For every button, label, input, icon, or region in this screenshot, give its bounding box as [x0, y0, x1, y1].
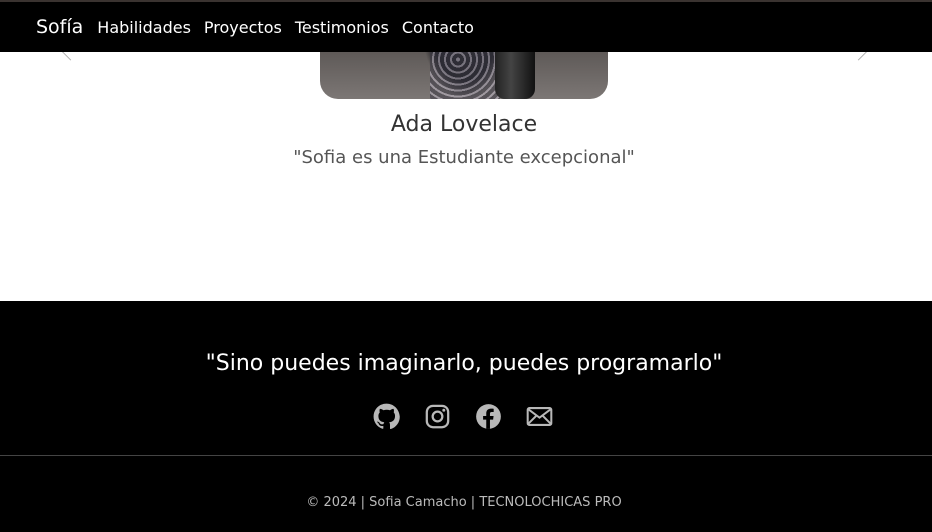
nav-link-contacto[interactable]: Contacto	[402, 18, 474, 37]
testimonial-quote: "Sofia es una Estudiante excepcional"	[293, 147, 635, 168]
footer: "Sino puedes imaginarlo, puedes programa…	[0, 301, 932, 532]
footer-motto: "Sino puedes imaginarlo, puedes programa…	[205, 351, 723, 376]
social-links	[373, 403, 553, 430]
nav-link-habilidades[interactable]: Habilidades	[97, 18, 191, 37]
facebook-icon[interactable]	[475, 403, 502, 430]
navbar: Sofía Habilidades Proyectos Testimonios …	[0, 0, 932, 52]
mail-icon[interactable]	[526, 403, 553, 430]
testimonial-name: Ada Lovelace	[390, 112, 538, 137]
footer-divider	[0, 455, 932, 456]
brand-logo[interactable]: Sofía	[36, 16, 83, 38]
copyright-text: © 2024 | Sofia Camacho | TECNOLOCHICAS P…	[306, 495, 622, 510]
nav-link-proyectos[interactable]: Proyectos	[204, 18, 282, 37]
github-icon[interactable]	[373, 403, 400, 430]
nav-link-testimonios[interactable]: Testimonios	[295, 18, 389, 37]
instagram-icon[interactable]	[424, 403, 451, 430]
